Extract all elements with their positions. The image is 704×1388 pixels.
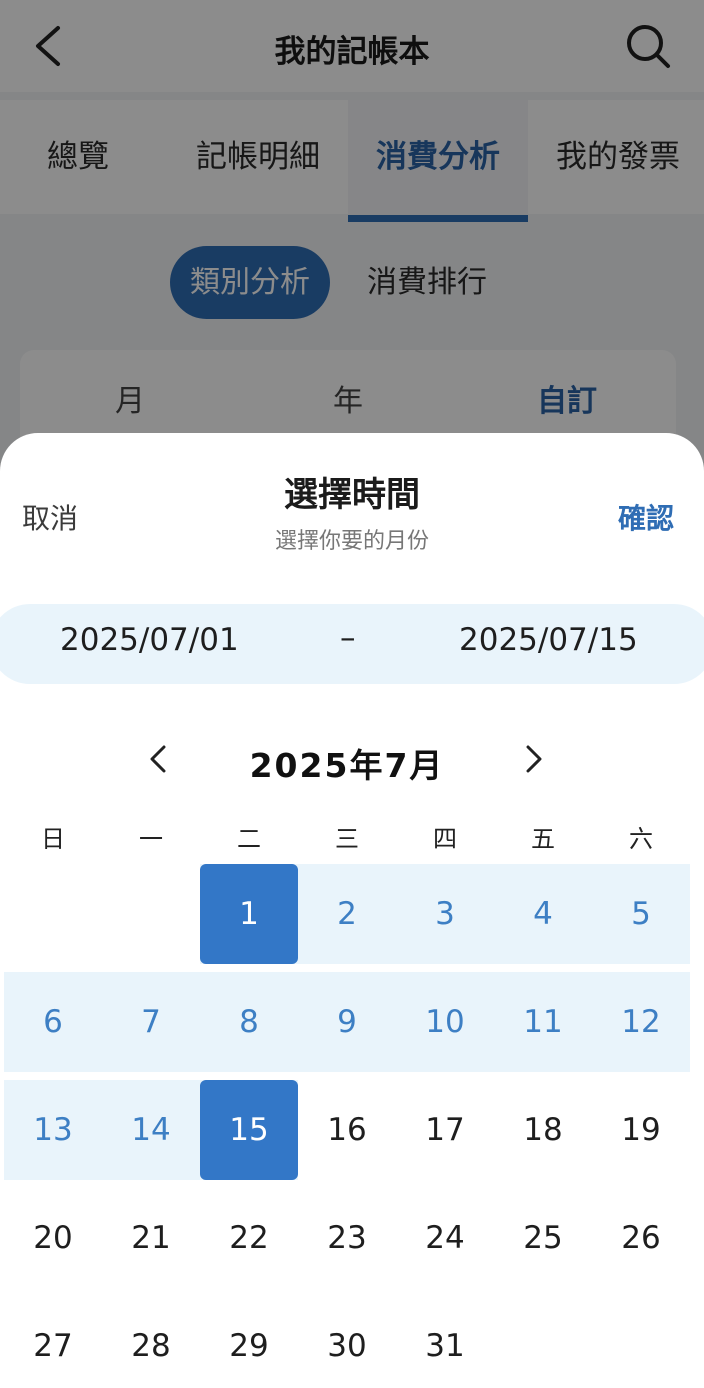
calendar-day-17[interactable]: 17 bbox=[396, 1080, 494, 1180]
calendar-day-10[interactable]: 10 bbox=[396, 972, 494, 1072]
calendar-day-28[interactable]: 28 bbox=[102, 1296, 200, 1388]
calendar-day-13[interactable]: 13 bbox=[4, 1080, 102, 1180]
next-month-button[interactable] bbox=[516, 739, 552, 779]
weekday-label: 六 bbox=[629, 825, 653, 853]
weekday-label: 三 bbox=[335, 825, 359, 853]
calendar-day-19[interactable]: 19 bbox=[592, 1080, 690, 1180]
calendar-day-21[interactable]: 21 bbox=[102, 1188, 200, 1288]
calendar-day-29[interactable]: 29 bbox=[200, 1296, 298, 1388]
calendar-day-26[interactable]: 26 bbox=[592, 1188, 690, 1288]
calendar-day-4[interactable]: 4 bbox=[494, 864, 592, 964]
calendar-day-12[interactable]: 12 bbox=[592, 972, 690, 1072]
calendar-day-18[interactable]: 18 bbox=[494, 1080, 592, 1180]
calendar-day-27[interactable]: 27 bbox=[4, 1296, 102, 1388]
calendar-day-14[interactable]: 14 bbox=[102, 1080, 200, 1180]
sheet-title: 選擇時間 bbox=[284, 475, 420, 515]
weekday-label: 四 bbox=[433, 825, 457, 853]
calendar-day-11[interactable]: 11 bbox=[494, 972, 592, 1072]
calendar-day-9[interactable]: 9 bbox=[298, 972, 396, 1072]
weekday-label: 二 bbox=[237, 825, 261, 853]
weekday-label: 一 bbox=[139, 825, 163, 853]
calendar-day-8[interactable]: 8 bbox=[200, 972, 298, 1072]
calendar-day-6[interactable]: 6 bbox=[4, 972, 102, 1072]
calendar-day-5[interactable]: 5 bbox=[592, 864, 690, 964]
calendar-day-15[interactable]: 15 bbox=[200, 1080, 298, 1180]
date-range-display: 2025/07/01 – 2025/07/15 bbox=[0, 604, 704, 684]
calendar-day-7[interactable]: 7 bbox=[102, 972, 200, 1072]
calendar-month-title: 2025年7月 bbox=[249, 746, 445, 785]
calendar-day-16[interactable]: 16 bbox=[298, 1080, 396, 1180]
range-start-date[interactable]: 2025/07/01 bbox=[60, 622, 239, 658]
calendar-day-3[interactable]: 3 bbox=[396, 864, 494, 964]
chevron-right-icon bbox=[526, 745, 542, 773]
calendar-day-2[interactable]: 2 bbox=[298, 864, 396, 964]
date-picker-sheet: 取消 選擇時間 選擇你要的月份 確認 2025/07/01 – 2025/07/… bbox=[0, 433, 704, 1388]
range-separator: – bbox=[340, 620, 356, 656]
calendar-day-20[interactable]: 20 bbox=[4, 1188, 102, 1288]
calendar-day-24[interactable]: 24 bbox=[396, 1188, 494, 1288]
calendar-day-25[interactable]: 25 bbox=[494, 1188, 592, 1288]
calendar-day-22[interactable]: 22 bbox=[200, 1188, 298, 1288]
confirm-button[interactable]: 確認 bbox=[618, 497, 674, 537]
calendar-day-30[interactable]: 30 bbox=[298, 1296, 396, 1388]
calendar-day-31[interactable]: 31 bbox=[396, 1296, 494, 1388]
sheet-subtitle: 選擇你要的月份 bbox=[274, 529, 429, 554]
weekday-label: 日 bbox=[41, 825, 65, 853]
range-end-date[interactable]: 2025/07/15 bbox=[459, 622, 638, 658]
calendar-day-23[interactable]: 23 bbox=[298, 1188, 396, 1288]
weekday-label: 五 bbox=[531, 825, 555, 853]
calendar-day-1[interactable]: 1 bbox=[200, 864, 298, 964]
